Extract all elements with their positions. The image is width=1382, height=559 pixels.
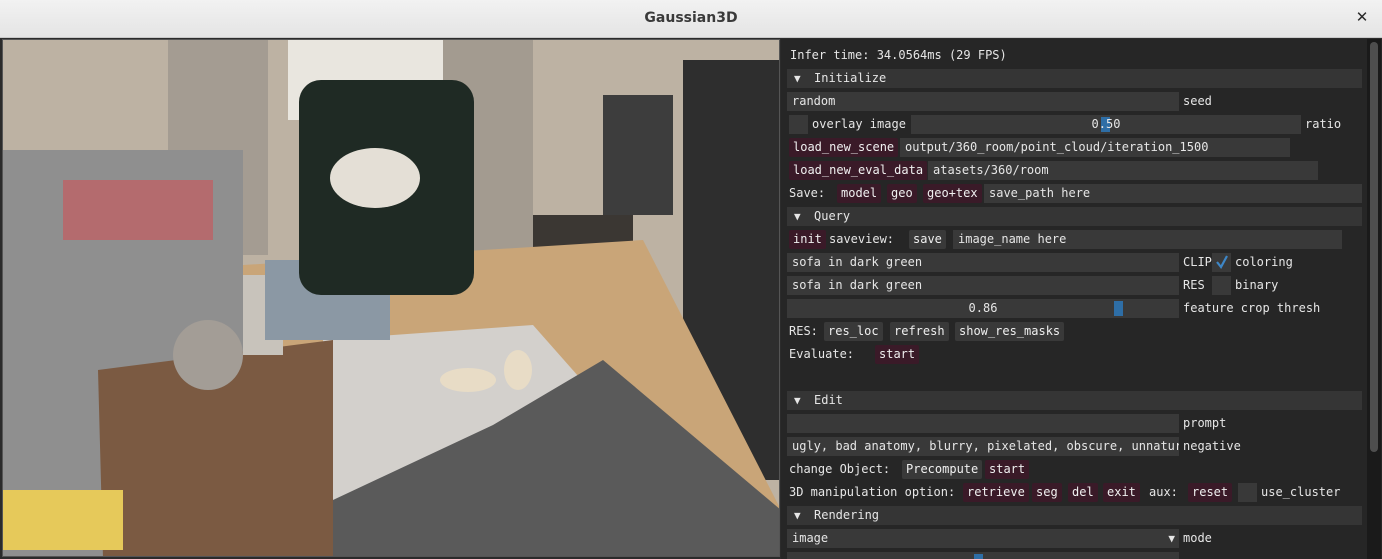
save-geo-button[interactable]: geo [887, 184, 917, 203]
partial-slider[interactable] [787, 552, 1179, 559]
mode-value: image [792, 531, 829, 545]
manipulation-label: 3D manipulation option: [789, 485, 956, 499]
ratio-slider[interactable]: 0.50 [911, 115, 1301, 134]
load-new-scene-button[interactable]: load_new_scene [789, 138, 899, 157]
use-cluster-label: use_cluster [1261, 485, 1341, 499]
ratio-value: 0.50 [1091, 117, 1121, 131]
retrieve-button[interactable]: retrieve [963, 483, 1029, 502]
image-name-input[interactable]: image_name here [953, 230, 1342, 249]
seed-input[interactable]: random [787, 92, 1179, 111]
res-loc-button[interactable]: res_loc [824, 322, 883, 341]
negative-prompt-input[interactable]: ugly, bad anatomy, blurry, pixelated, ob… [787, 437, 1179, 456]
save-label: Save: [789, 186, 826, 200]
negative-label: negative [1183, 439, 1241, 453]
scrollbar-thumb[interactable] [1370, 42, 1378, 452]
mode-select[interactable]: image ▼ [787, 529, 1179, 548]
triangle-down-icon: ▼ [794, 394, 801, 407]
load-new-eval-data-button[interactable]: load_new_eval_data [789, 161, 928, 180]
res-row-label: RES: [789, 324, 818, 338]
section-header-edit[interactable]: ▼ Edit [787, 391, 1362, 410]
mode-label: mode [1183, 531, 1212, 545]
scene-path-input[interactable]: output/360_room/point_cloud/iteration_15… [900, 138, 1290, 157]
clip-text-input[interactable]: sofa in dark green [787, 253, 1179, 272]
binary-checkbox[interactable] [1212, 276, 1231, 295]
section-header-query[interactable]: ▼ Query [787, 207, 1362, 226]
triangle-down-icon: ▼ [794, 210, 801, 223]
precompute-button[interactable]: Precompute [902, 460, 983, 479]
thresh-value: 0.86 [968, 301, 998, 315]
save-model-button[interactable]: model [837, 184, 882, 203]
overlay-image-label: overlay image [812, 117, 906, 131]
save-geo-tex-button[interactable]: geo+tex [923, 184, 982, 203]
seed-label: seed [1183, 94, 1212, 108]
close-icon[interactable]: ✕ [1354, 8, 1370, 28]
section-title: Rendering [814, 508, 880, 522]
seg-button[interactable]: seg [1032, 483, 1062, 502]
init-button[interactable]: init [789, 230, 826, 249]
triangle-down-icon: ▼ [794, 72, 801, 85]
evaluate-label: Evaluate: [789, 347, 855, 361]
render-viewport[interactable] [2, 39, 780, 557]
section-title: Edit [814, 393, 843, 407]
res-text-input[interactable]: sofa in dark green [787, 276, 1179, 295]
prompt-label: prompt [1183, 416, 1227, 430]
clip-label: CLIP [1183, 255, 1212, 269]
saveview-label: saveview: [829, 232, 895, 246]
title-bar: Gaussian3D ✕ [0, 0, 1382, 38]
aux-label: aux: [1149, 485, 1178, 499]
save-view-button[interactable]: save [909, 230, 946, 249]
res-label: RES [1183, 278, 1205, 292]
section-header-initialize[interactable]: ▼ Initialize [787, 69, 1362, 88]
reset-button[interactable]: reset [1188, 483, 1233, 502]
show-res-masks-button[interactable]: show_res_masks [955, 322, 1065, 341]
coloring-checkbox[interactable] [1212, 253, 1231, 272]
ratio-label: ratio [1305, 117, 1342, 131]
evaluate-start-button[interactable]: start [875, 345, 920, 364]
refresh-button[interactable]: refresh [890, 322, 949, 341]
scene-render-image [3, 40, 779, 556]
change-object-label: change Object: [789, 462, 891, 476]
section-title: Initialize [814, 71, 887, 85]
panel-scrollbar[interactable] [1367, 39, 1381, 559]
partial-slider-grab[interactable] [974, 554, 983, 559]
save-path-input[interactable]: save_path here [984, 184, 1362, 203]
feature-crop-thresh-slider[interactable]: 0.86 [787, 299, 1179, 318]
infer-time-text: Infer time: 34.0564ms (29 FPS) [790, 48, 1007, 62]
exit-button[interactable]: exit [1103, 483, 1140, 502]
dropdown-arrow-icon: ▼ [1168, 532, 1175, 545]
del-button[interactable]: del [1068, 483, 1098, 502]
window-title: Gaussian3D [644, 10, 738, 26]
feature-crop-thresh-label: feature crop thresh [1183, 301, 1321, 315]
overlay-image-checkbox[interactable] [789, 115, 808, 134]
checkmark-icon [1216, 255, 1228, 269]
eval-path-input[interactable]: atasets/360/room [928, 161, 1318, 180]
section-header-rendering[interactable]: ▼ Rendering [787, 506, 1362, 525]
triangle-down-icon: ▼ [794, 509, 801, 522]
change-start-button[interactable]: start [985, 460, 1030, 479]
use-cluster-checkbox[interactable] [1238, 483, 1257, 502]
control-panel: Infer time: 34.0564ms (29 FPS) ▼ Initial… [781, 39, 1382, 559]
section-title: Query [814, 209, 851, 223]
coloring-label: coloring [1235, 255, 1293, 269]
thresh-slider-grab[interactable] [1114, 301, 1123, 316]
binary-label: binary [1235, 278, 1279, 292]
prompt-input[interactable] [787, 414, 1179, 433]
